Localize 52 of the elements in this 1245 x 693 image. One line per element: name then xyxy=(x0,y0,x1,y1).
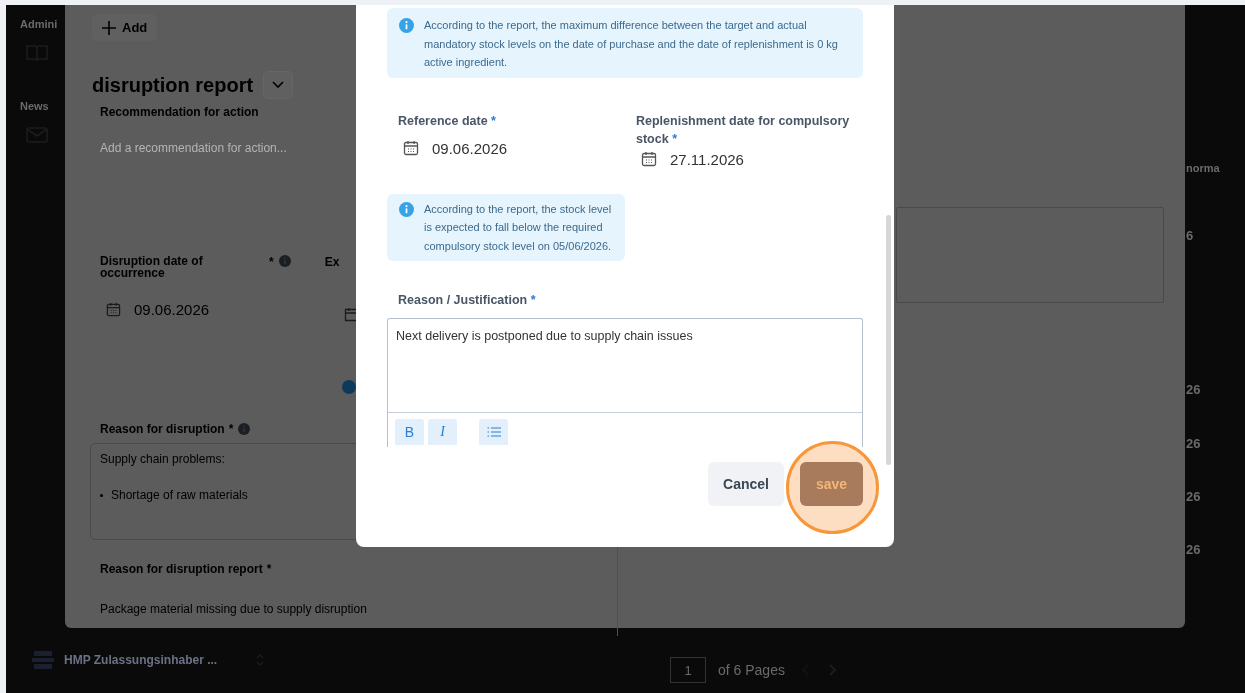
field-label: Replenishment date for compulsory stock * xyxy=(636,113,850,146)
info-icon xyxy=(399,201,414,217)
table-cell: 26 xyxy=(1186,382,1201,397)
required-mark: * xyxy=(228,422,234,436)
date-field[interactable]: 27.11.2026 xyxy=(636,146,863,172)
table-cell: 26 xyxy=(1186,542,1201,557)
cancel-button[interactable]: Cancel xyxy=(708,462,784,506)
sidebar-section-label: News xyxy=(20,100,49,112)
field-label: Ex xyxy=(324,255,340,269)
dropdown-button[interactable] xyxy=(263,71,294,99)
bullet-list-button[interactable] xyxy=(479,419,508,445)
date-value: 09.06.2026 xyxy=(134,301,210,318)
list-icon xyxy=(486,426,501,438)
table-cell: norma xyxy=(1186,162,1220,174)
field-label: Disruption date of occurrence xyxy=(100,255,204,279)
save-button[interactable]: save xyxy=(800,462,863,506)
required-mark: * xyxy=(269,255,274,269)
info-text: According to the report, the stock level is expected to fall below the required compulsory stock level on 05/06/2026. xyxy=(424,201,613,254)
table-cell: 26 xyxy=(1186,436,1201,451)
report-reason-text: Package material missing due to supply disruption xyxy=(100,602,367,616)
add-button[interactable]: Add xyxy=(92,14,158,41)
field-label: Reason / Justification * xyxy=(398,294,537,307)
table-cell: 26 xyxy=(1186,489,1201,504)
account-switcher[interactable]: HMP Zulassungsinhaber ... xyxy=(26,645,272,675)
field-label: Reason for disruption report xyxy=(100,562,263,576)
italic-button[interactable]: I xyxy=(428,419,457,445)
calendar-icon xyxy=(641,151,657,167)
info-icon xyxy=(342,380,356,394)
bold-button[interactable]: B xyxy=(395,419,424,445)
calendar-icon[interactable] xyxy=(106,302,121,317)
field-label: Recommendation for action xyxy=(100,105,259,119)
field-label: Reference date * xyxy=(398,113,496,128)
logo-icon xyxy=(32,649,54,671)
recommendation-field[interactable]: Add a recommendation for action... xyxy=(100,141,287,155)
date-field[interactable]: 09.06.2026 xyxy=(398,135,625,161)
page-count: of 6 Pages xyxy=(718,662,785,678)
page-number-field[interactable]: 1 xyxy=(670,657,706,683)
field-label: Reason for disruption xyxy=(100,422,225,436)
required-mark: * xyxy=(266,562,272,576)
text-editor[interactable]: Next delivery is postponed due to supply chain issues B I xyxy=(387,318,863,447)
info-text: According to the report, the maximum difference between the target and actual mandatory stock levels on the date of purchase and the date of replenishment is 0 kg active ingredient. xyxy=(424,18,839,70)
panel-title: disruption report xyxy=(92,73,254,97)
calendar-icon xyxy=(403,140,419,156)
table-cell: 6 xyxy=(1186,228,1194,243)
info-icon[interactable] xyxy=(278,255,291,267)
sidebar-section-label: Admini xyxy=(20,18,58,30)
justification-text: Next delivery is postponed due to supply chain issues xyxy=(388,319,862,413)
calendar-icon[interactable] xyxy=(344,306,356,322)
plus-icon xyxy=(102,20,116,35)
info-icon xyxy=(399,18,414,33)
chevron-down-icon xyxy=(272,81,285,89)
info-icon[interactable] xyxy=(238,423,251,435)
